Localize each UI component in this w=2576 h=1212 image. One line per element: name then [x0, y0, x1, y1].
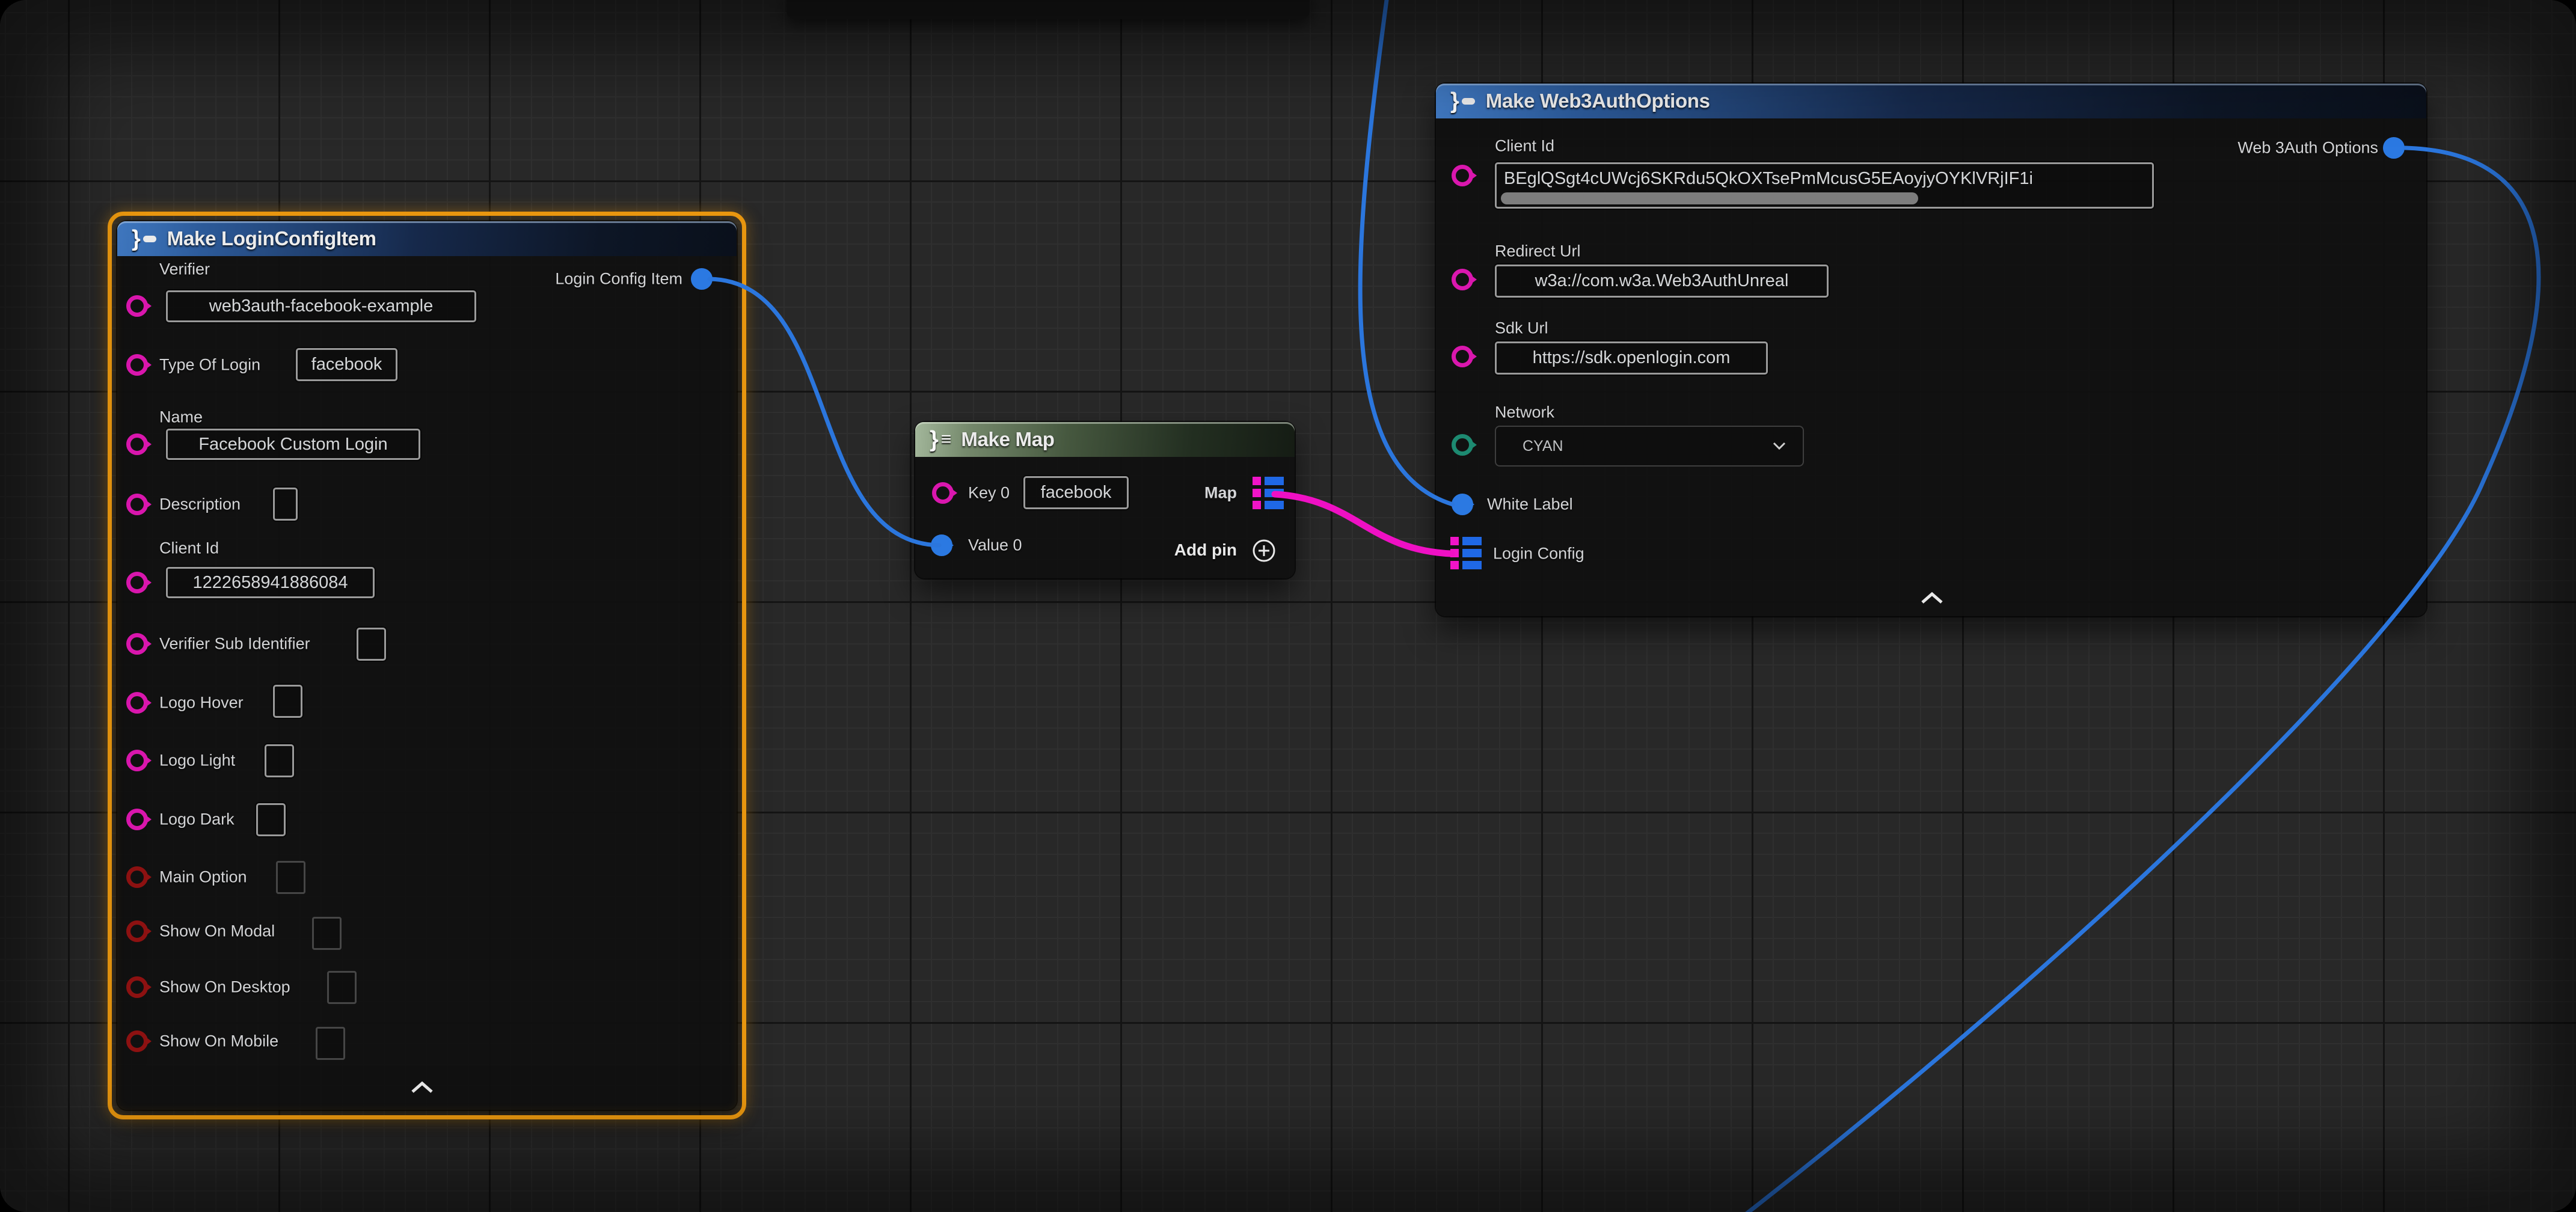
output-pin-web3auth-options[interactable]	[2383, 137, 2405, 159]
pin-label-logo-dark: Logo Dark	[159, 810, 235, 829]
input-pin-value-0[interactable]	[931, 534, 952, 556]
pin-label-description: Description	[159, 495, 241, 514]
pin-label-white-label: White Label	[1487, 495, 1573, 514]
input-pin-name[interactable]	[126, 433, 148, 455]
client-id-field-scrollbar[interactable]	[1501, 192, 1918, 204]
node-header-make-map[interactable]: }≡ Make Map	[915, 422, 1295, 457]
pin-label-client-id: Client Id	[1495, 137, 1554, 156]
name-field[interactable]: Facebook Custom Login	[166, 429, 420, 460]
input-pin-key-0[interactable]	[932, 482, 954, 504]
pin-label-client-id: Client Id	[159, 539, 219, 558]
node-header-make-web3authoptions[interactable]: } Make Web3AuthOptions	[1436, 84, 2426, 118]
logo-light-field[interactable]	[265, 744, 294, 777]
input-pin-network[interactable]	[1452, 434, 1473, 456]
show-on-mobile-checkbox[interactable]	[316, 1027, 345, 1060]
output-label-map: Map	[1204, 484, 1237, 503]
pin-label-show-on-desktop: Show On Desktop	[159, 978, 290, 997]
client-id-field[interactable]: 1222658941886084	[166, 567, 375, 598]
collapse-chevron-icon[interactable]	[1920, 592, 1944, 605]
chevron-down-icon	[1773, 442, 1786, 450]
partial-node-offscreen-top[interactable]	[787, 0, 1310, 19]
node-title: Make LoginConfigItem	[167, 227, 376, 250]
input-pin-redirect-url[interactable]	[1452, 269, 1473, 290]
input-pin-show-on-modal[interactable]	[126, 920, 148, 942]
node-make-map[interactable]: }≡ Make Map Key 0 facebook Map Value 0 A…	[915, 422, 1295, 578]
input-pin-logo-hover[interactable]	[126, 692, 148, 714]
input-pin-client-id[interactable]	[1452, 165, 1473, 186]
pin-label-type-of-login: Type Of Login	[159, 356, 260, 375]
output-label-web3auth-options: Web 3Auth Options	[2237, 139, 2378, 158]
main-option-checkbox[interactable]	[276, 861, 305, 894]
node-make-loginconfigitem[interactable]: } Make LoginConfigItem Login Config Item…	[117, 221, 737, 1110]
wire-loginconfigitem-to-value0	[710, 279, 939, 545]
key-0-field[interactable]: facebook	[1023, 476, 1129, 509]
input-pin-show-on-mobile[interactable]	[126, 1030, 148, 1052]
type-of-login-field[interactable]: facebook	[296, 348, 397, 381]
pin-label-show-on-modal: Show On Modal	[159, 922, 275, 941]
input-pin-show-on-desktop[interactable]	[126, 976, 148, 998]
input-pin-logo-dark[interactable]	[126, 809, 148, 830]
node-header-make-loginconfigitem[interactable]: } Make LoginConfigItem	[117, 221, 737, 256]
node-title: Make Web3AuthOptions	[1486, 90, 1710, 112]
verifier-field[interactable]: web3auth-facebook-example	[166, 290, 476, 322]
input-pin-type-of-login[interactable]	[126, 354, 148, 376]
input-pin-main-option[interactable]	[126, 866, 148, 888]
blueprint-graph-canvas[interactable]: } Make LoginConfigItem Login Config Item…	[0, 0, 2576, 1212]
network-selected-value: CYAN	[1523, 438, 1563, 455]
output-pin-map[interactable]	[1253, 477, 1284, 509]
make-struct-icon: }	[132, 227, 156, 250]
node-title: Make Map	[961, 428, 1054, 451]
input-pin-verifier-sub-identifier[interactable]	[126, 633, 148, 655]
description-field[interactable]	[273, 488, 298, 521]
pin-label-verifier-sub-identifier: Verifier Sub Identifier	[159, 635, 310, 653]
input-pin-description[interactable]	[126, 494, 148, 515]
pin-label-key-0: Key 0	[968, 484, 1010, 503]
client-id-value: BEglQSgt4cUWcj6SKRdu5QkOXTsePmMcusG5EAoy…	[1504, 169, 2033, 189]
input-pin-client-id[interactable]	[126, 572, 148, 593]
show-on-desktop-checkbox[interactable]	[327, 971, 357, 1004]
input-pin-login-config[interactable]	[1450, 537, 1482, 569]
collapse-chevron-icon[interactable]	[410, 1081, 434, 1094]
pin-label-logo-light: Logo Light	[159, 751, 235, 770]
pin-label-sdk-url: Sdk Url	[1495, 319, 1548, 338]
pin-label-name: Name	[159, 408, 203, 427]
verifier-sub-identifier-field[interactable]	[357, 628, 386, 661]
pin-label-main-option: Main Option	[159, 868, 247, 887]
node-make-web3authoptions[interactable]: } Make Web3AuthOptions Web 3Auth Options…	[1436, 84, 2426, 616]
input-pin-sdk-url[interactable]	[1452, 346, 1473, 367]
input-pin-logo-light[interactable]	[126, 750, 148, 771]
make-struct-icon: }	[1450, 90, 1475, 112]
logo-dark-field[interactable]	[256, 803, 286, 836]
pin-label-network: Network	[1495, 403, 1554, 422]
redirect-url-field[interactable]: w3a://com.w3a.Web3AuthUnreal	[1495, 265, 1829, 298]
pin-label-login-config: Login Config	[1493, 545, 1584, 563]
make-map-icon: }≡	[930, 428, 950, 451]
output-pin-login-config-item[interactable]	[691, 268, 713, 290]
pin-label-logo-hover: Logo Hover	[159, 694, 244, 712]
pin-label-value-0: Value 0	[968, 536, 1022, 555]
input-pin-white-label[interactable]	[1452, 494, 1473, 515]
show-on-modal-checkbox[interactable]	[312, 917, 342, 950]
output-label-login-config-item: Login Config Item	[555, 270, 682, 289]
network-dropdown[interactable]: CYAN	[1495, 426, 1804, 467]
pin-label-show-on-mobile: Show On Mobile	[159, 1032, 278, 1051]
pin-label-redirect-url: Redirect Url	[1495, 242, 1581, 261]
input-pin-verifier[interactable]	[126, 295, 148, 317]
add-pin-plus-icon[interactable]	[1251, 538, 1277, 563]
pin-label-verifier: Verifier	[159, 260, 210, 279]
sdk-url-field[interactable]: https://sdk.openlogin.com	[1495, 341, 1768, 375]
add-pin-button[interactable]: Add pin	[1174, 540, 1237, 560]
logo-hover-field[interactable]	[273, 685, 302, 718]
wire-map-to-loginconfig	[1275, 494, 1452, 554]
